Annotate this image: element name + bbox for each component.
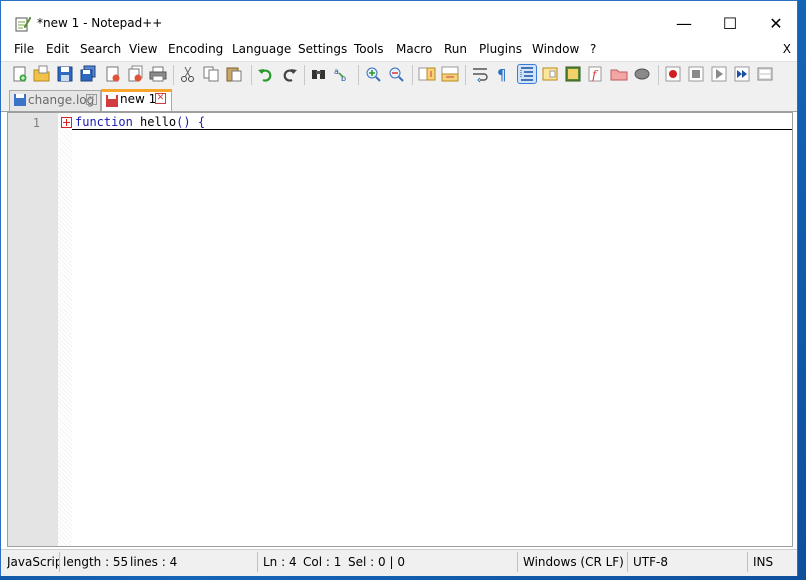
saved-file-icon [14,94,26,106]
replace-icon[interactable]: ab [333,65,351,83]
close-all-icon[interactable] [127,65,145,83]
stop-macro-icon[interactable] [687,65,705,83]
close-icon[interactable] [104,65,122,83]
status-col: Col : 1 [303,555,342,569]
menu-edit[interactable]: Edit [46,42,69,56]
record-macro-icon[interactable] [664,65,682,83]
sync-vertical-icon[interactable] [418,65,436,83]
toolbar-separator [465,65,466,85]
menu-view[interactable]: View [129,42,157,56]
menu-help[interactable]: ? [590,42,596,56]
toolbar-separator [412,65,413,85]
run-macro-multiple-icon[interactable] [733,65,751,83]
status-ln: Ln : 4 [263,555,297,569]
find-icon[interactable] [310,65,328,83]
window-title: *new 1 - Notepad++ [37,16,163,30]
open-file-icon[interactable] [33,65,51,83]
fold-margin [58,113,72,546]
line-number-gutter: 1 [8,113,58,546]
function-list-icon[interactable] [564,65,582,83]
svg-text:¶: ¶ [497,66,507,83]
status-separator [517,552,518,572]
monitoring-icon[interactable] [633,65,651,83]
folder-workspace-icon[interactable]: f [587,65,605,83]
zoom-in-icon[interactable] [364,65,382,83]
save-macro-icon[interactable] [756,65,774,83]
toolbar-separator [304,65,305,85]
maximize-button[interactable]: ☐ [707,9,753,39]
undo-icon[interactable] [257,65,275,83]
minimize-button[interactable]: — [661,9,707,39]
svg-text:a: a [334,67,339,76]
unsaved-file-icon [106,95,118,107]
paste-icon[interactable] [225,65,243,83]
play-macro-icon[interactable] [710,65,728,83]
title-bar[interactable]: *new 1 - Notepad++ — ☐ ✕ [1,1,797,41]
status-encoding: UTF-8 [633,555,668,569]
show-all-chars-icon[interactable]: ¶ [494,65,512,83]
redo-icon[interactable] [280,65,298,83]
toolbar: ab ¶ f [1,61,797,88]
tab-change-log[interactable]: change.log ✕ [9,90,101,111]
code-line[interactable]: function hello() { [75,115,205,129]
status-separator [59,552,60,572]
editor-area[interactable]: 1 function hello() { [7,112,793,547]
code-brace: { [197,115,206,129]
copy-icon[interactable] [202,65,220,83]
status-eol: Windows (CR LF) [523,555,624,569]
line-number: 1 [32,116,40,130]
new-file-icon[interactable] [11,65,29,83]
toolbar-separator [358,65,359,85]
status-bar: JavaScript length : 55 lines : 4 Ln : 4 … [1,549,797,576]
tab-new-1[interactable]: new 1 ✕ [101,89,172,111]
document-map-icon[interactable] [541,65,559,83]
menu-file[interactable]: File [14,42,34,56]
sync-horizontal-icon[interactable] [441,65,459,83]
cut-icon[interactable] [179,65,197,83]
status-language: JavaScript [7,555,59,569]
menu-macro[interactable]: Macro [396,42,432,56]
fold-expand-icon[interactable] [61,117,72,128]
status-insert-mode: INS [753,555,774,569]
close-document-button[interactable]: X [783,42,791,56]
code-parens: () [176,115,191,129]
status-separator [627,552,628,572]
menu-search[interactable]: Search [80,42,121,56]
close-window-button[interactable]: ✕ [753,9,799,39]
toolbar-separator [658,65,659,85]
notepadpp-window: *new 1 - Notepad++ — ☐ ✕ File Edit Searc… [0,0,798,576]
save-all-icon[interactable] [79,65,97,83]
indent-guide-icon[interactable] [517,64,537,84]
folded-line-indicator [72,129,792,130]
status-length: length : 55 [63,555,129,569]
status-separator [747,552,748,572]
word-wrap-icon[interactable] [471,65,489,83]
menu-tools[interactable]: Tools [354,42,384,56]
status-lines: lines : 4 [130,555,178,569]
toolbar-separator [251,65,252,85]
menu-run[interactable]: Run [444,42,467,56]
menu-encoding[interactable]: Encoding [168,42,223,56]
tab-bar: change.log ✕ new 1 ✕ [1,87,797,112]
menu-window[interactable]: Window [532,42,579,56]
status-sel: Sel : 0 | 0 [348,555,405,569]
tab-close-icon[interactable]: ✕ [155,93,166,104]
toolbar-separator [173,65,174,85]
tab-label: new 1 [120,92,157,106]
code-keyword: function [75,115,133,129]
menu-settings[interactable]: Settings [298,42,347,56]
zoom-out-icon[interactable] [387,65,405,83]
print-icon[interactable] [149,65,167,83]
menu-plugins[interactable]: Plugins [479,42,522,56]
menu-bar: File Edit Search View Encoding Language … [1,41,797,61]
tab-close-icon[interactable]: ✕ [86,94,97,105]
menu-language[interactable]: Language [232,42,291,56]
code-identifier: hello [140,115,177,129]
save-icon[interactable] [56,65,74,83]
folder-icon[interactable] [610,65,628,83]
status-separator [257,552,258,572]
notepadpp-app-icon [15,16,32,32]
tab-label: change.log [28,93,95,107]
